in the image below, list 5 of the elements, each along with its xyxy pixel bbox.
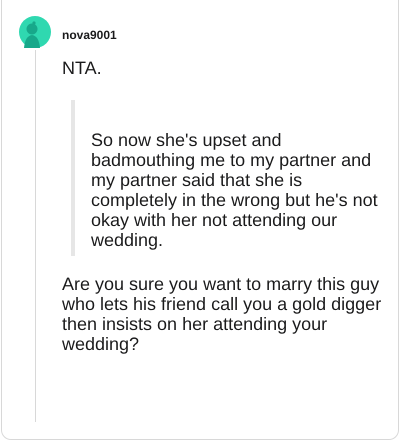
- avatar-icon[interactable]: [19, 16, 51, 48]
- username[interactable]: nova9001: [62, 26, 386, 44]
- comment-text: NTA.: [62, 58, 103, 78]
- comment-text: Are you sure you want to marry this guy who lets his friend call you a gold digger then insists on her attending your wedding?: [62, 274, 382, 354]
- quote-text: So now she's upset and badmouthing me to my partner and my partner said that she is completely in the wrong but he's not okay with her not attending our wedding.: [91, 130, 379, 250]
